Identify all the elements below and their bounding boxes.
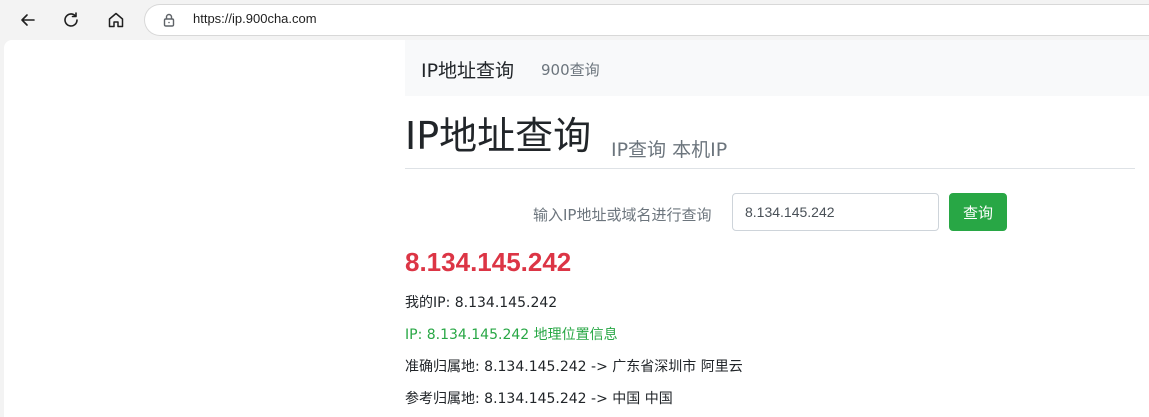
lock-icon[interactable]	[161, 12, 177, 28]
back-arrow-icon	[21, 14, 35, 26]
url-text[interactable]: https://ip.900cha.com	[193, 11, 317, 26]
precise-location-line: 准确归属地: 8.134.145.242 -> 广东省深圳市 阿里云	[405, 359, 743, 375]
query-label: 输入IP地址或域名进行查询	[533, 206, 712, 224]
back-button[interactable]	[12, 4, 44, 36]
page-subtitle: IP查询 本机IP	[611, 139, 728, 161]
page-header: IP地址查询 IP查询 本机IP	[405, 114, 1135, 169]
page-viewport: IP地址查询 900查询 IP地址查询 IP查询 本机IP 输入IP地址或域名进…	[4, 40, 1149, 417]
navbar-brand[interactable]: IP地址查询	[421, 56, 514, 83]
my-ip-line: 我的IP: 8.134.145.242	[405, 295, 558, 311]
geo-info-link[interactable]: IP: 8.134.145.242 地理位置信息	[405, 324, 618, 344]
home-icon	[108, 12, 124, 28]
nav-link-900cha[interactable]: 900查询	[541, 59, 600, 80]
browser-toolbar: https://ip.900cha.com	[0, 0, 1149, 40]
home-button[interactable]	[100, 4, 132, 36]
site-navbar: IP地址查询 900查询	[405, 40, 1149, 96]
query-button[interactable]: 查询	[949, 193, 1007, 231]
page-title: IP地址查询	[405, 114, 592, 158]
result-ip-heading: 8.134.145.242	[405, 247, 572, 277]
reload-icon	[64, 12, 78, 27]
reference-location-line: 参考归属地: 8.134.145.242 -> 中国 中国	[405, 391, 673, 407]
ip-query-input[interactable]	[732, 193, 939, 231]
address-bar[interactable]: https://ip.900cha.com	[144, 4, 1149, 36]
reload-button[interactable]	[55, 4, 87, 36]
